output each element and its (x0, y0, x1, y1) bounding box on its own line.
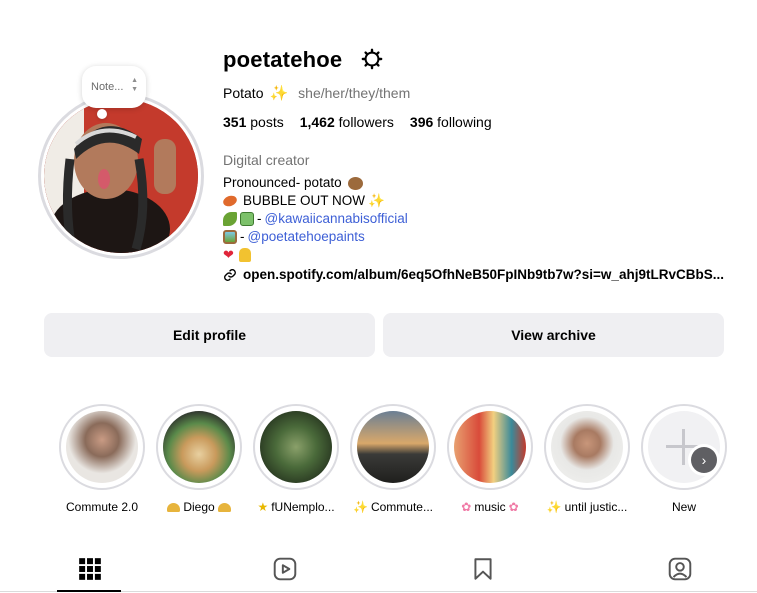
highlight-label-text: Commute... (370, 500, 433, 514)
bio-line-1: Pronounced- potato (223, 174, 408, 192)
followers-stat[interactable]: 1,462 followers (300, 114, 394, 130)
sparkles-emoji-icon: ✨ (546, 500, 562, 514)
highlight-cover (163, 411, 235, 483)
leaf-emoji-icon (223, 212, 237, 226)
highlight-ring (59, 404, 145, 490)
name-line: Potato ✨ she/her/they/them (223, 84, 410, 102)
followers-label: followers (338, 114, 394, 130)
highlight-cover (551, 411, 623, 483)
following-count: 396 (409, 114, 434, 130)
highlight-cover (66, 411, 138, 483)
highlight-ring (253, 404, 339, 490)
highlight-funemployment[interactable]: ★ fUNemplo... (253, 404, 339, 514)
bio-line-1-text: Pronounced- potato (223, 175, 342, 190)
taco-emoji-icon (167, 502, 181, 512)
reels-icon[interactable] (272, 556, 298, 582)
active-tab-indicator (57, 590, 121, 592)
highlight-until-justice[interactable]: ✨ until justic... (544, 404, 630, 514)
heart-emoji-icon: ❤ (223, 247, 234, 262)
potato-emoji-icon (347, 176, 363, 190)
pronouns: she/her/they/them (298, 85, 411, 101)
highlight-cover (454, 411, 526, 483)
highlight-ring (447, 404, 533, 490)
sparkles-emoji-icon: ✨ (368, 193, 385, 208)
highlight-label: ★ fUNemplo... (253, 500, 339, 514)
bio: Pronounced- potato BUBBLE OUT NOW ✨ - @k… (221, 174, 408, 264)
note-tail-small (100, 113, 104, 117)
profile-tab-bar (0, 550, 757, 593)
highlight-label-text: until justic... (564, 500, 628, 514)
following-label: following (437, 114, 492, 130)
posts-stat: 351 posts (223, 114, 284, 130)
taco-emoji-icon (217, 502, 231, 512)
highlight-ring (544, 404, 630, 490)
bio-line-2: BUBBLE OUT NOW ✨ (221, 192, 408, 210)
highlight-cover (260, 411, 332, 483)
followers-count: 1,462 (299, 114, 335, 130)
highlight-label: Commute 2.0 (59, 500, 145, 514)
highlight-label: ✨ until justic... (544, 500, 630, 514)
bio-line-5: ❤ (223, 246, 408, 264)
sparkles-emoji-icon: ✨ (353, 500, 368, 514)
link-chain-icon (224, 268, 236, 281)
external-link-text: open.spotify.com/album/6eq5OfhNeB50FpINb… (243, 267, 724, 282)
highlight-commute[interactable]: ✨ Commute... (350, 404, 436, 514)
highlight-ring (156, 404, 242, 490)
note-stepper-icon: ▲ ▼ (131, 77, 138, 93)
sparkles-icon: ✨ (269, 85, 289, 102)
ledger-emoji-icon (240, 212, 254, 226)
chevron-right-icon: › (701, 452, 707, 468)
avatar-photo (44, 99, 198, 253)
bio-line-3-sep: - (257, 211, 262, 226)
highlight-music[interactable]: ✿ music ✿ (447, 404, 533, 514)
highlight-label-text: Commute 2.0 (65, 500, 139, 514)
bookmark-icon[interactable] (470, 556, 496, 582)
profile-avatar[interactable] (44, 99, 198, 253)
posts-count: 351 (223, 114, 247, 130)
grid-icon[interactable] (77, 556, 103, 582)
highlight-diego[interactable]: Diego (156, 404, 242, 514)
lock-emoji-icon (238, 248, 251, 262)
highlight-label: Diego (156, 500, 242, 514)
highlight-label: New (641, 500, 727, 514)
note-bubble[interactable]: Note... ▲ ▼ (82, 66, 146, 108)
highlight-cover (357, 411, 429, 483)
new-highlight-cover (648, 411, 720, 483)
flower-emoji-icon: ✿ (461, 500, 472, 514)
bio-line-4: - @poetatehoepaints (223, 228, 408, 246)
settings-gear-icon[interactable] (361, 48, 383, 70)
poetatehoepaints-mention-link[interactable]: @poetatehoepaints (248, 228, 365, 246)
kawaiicannabis-mention-link[interactable]: @kawaiicannabisofficial (265, 210, 408, 228)
profile-stats: 351 posts 1,462 followers 396 following (223, 114, 492, 130)
edit-profile-button[interactable]: Edit profile (44, 313, 375, 357)
highlights-next-button[interactable]: › (691, 447, 717, 473)
highlight-commute-2[interactable]: Commute 2.0 (59, 404, 145, 514)
highlight-label-text: music (474, 500, 506, 514)
username: poetatehoe (223, 47, 343, 72)
star-emoji-icon: ★ (257, 500, 269, 514)
category-label: Digital creator (223, 152, 310, 168)
planet-emoji-icon (221, 193, 239, 209)
bio-line-3: - @kawaiicannabisofficial (223, 210, 408, 228)
framed-picture-emoji-icon (223, 230, 237, 244)
highlight-label: ✿ music ✿ (447, 500, 533, 514)
bio-line-4-sep: - (240, 229, 245, 244)
highlight-label: ✨ Commute... (350, 500, 436, 514)
posts-label: posts (250, 114, 284, 130)
note-placeholder: Note... (91, 81, 124, 93)
highlight-label-text: New (671, 500, 696, 514)
highlight-label-text: Diego (183, 500, 215, 514)
bio-line-2-text: BUBBLE OUT NOW (243, 193, 366, 208)
external-link[interactable]: open.spotify.com/album/6eq5OfhNeB50FpINb… (223, 267, 724, 282)
highlight-label-text: fUNemplo... (271, 500, 335, 514)
highlight-ring (350, 404, 436, 490)
tagged-user-icon[interactable] (667, 556, 693, 582)
flower-emoji-icon: ✿ (508, 500, 519, 514)
display-name: Potato (223, 85, 264, 101)
highlight-ring (641, 404, 727, 490)
following-stat[interactable]: 396 following (410, 114, 492, 130)
view-archive-button[interactable]: View archive (383, 313, 724, 357)
